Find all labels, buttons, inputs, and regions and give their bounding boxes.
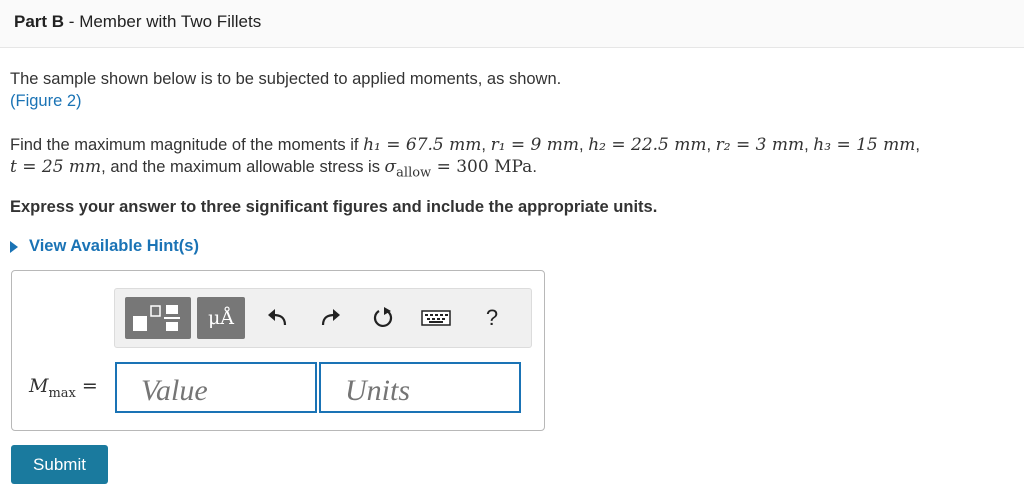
help-button[interactable]: ?: [479, 297, 505, 339]
caret-right-icon: [10, 240, 18, 253]
sigma-value: = 300 MPa: [431, 157, 533, 177]
problem-lead: Find the maximum magnitude of the moment…: [10, 136, 364, 154]
undo-button[interactable]: [263, 297, 293, 339]
problem-end: .: [532, 158, 537, 176]
part-header: Part B - Member with Two Fillets: [0, 0, 1024, 48]
keyboard-button[interactable]: [419, 297, 453, 339]
templates-icon: [133, 305, 180, 331]
redo-icon: [321, 309, 340, 326]
r2-value: r₂ = 3 mm: [715, 135, 805, 155]
hint-label: View Available Hint(s): [29, 237, 199, 256]
problem-statement: Find the maximum magnitude of the moment…: [10, 135, 920, 181]
keyboard-icon: [421, 310, 451, 326]
part-title: Member with Two Fillets: [79, 12, 262, 31]
intro-paragraph: The sample shown below is to be subjecte…: [10, 68, 1014, 112]
sigma-symbol: σ: [384, 157, 397, 177]
view-hints-toggle[interactable]: View Available Hint(s): [10, 237, 1014, 256]
math-toolbar: μÅ ?: [114, 288, 532, 348]
header-separator: -: [64, 12, 80, 31]
answer-label-eq: =: [75, 375, 98, 397]
h1-value: h₁ = 67.5 mm: [363, 135, 482, 155]
h3-value: h₃ = 15 mm: [813, 135, 916, 155]
part-label: Part B: [14, 12, 65, 31]
units-button[interactable]: μÅ: [197, 297, 245, 339]
figure-link[interactable]: (Figure 2): [10, 92, 82, 110]
units-label: μÅ: [207, 307, 235, 329]
reset-button[interactable]: [367, 297, 399, 339]
reset-icon: [373, 307, 393, 328]
h2-value: h₂ = 22.5 mm: [588, 135, 707, 155]
undo-icon: [268, 309, 287, 326]
answer-label-sub: max: [48, 385, 76, 401]
value-input[interactable]: [115, 362, 317, 413]
intro-text: The sample shown below is to be subjecte…: [10, 70, 562, 88]
answer-box: μÅ ? Mmax = Value Units: [11, 270, 545, 431]
templates-button[interactable]: [125, 297, 191, 339]
answer-label-main: M: [29, 375, 49, 397]
redo-button[interactable]: [315, 297, 345, 339]
units-input[interactable]: [319, 362, 521, 413]
help-label: ?: [485, 305, 499, 330]
r1-value: r₁ = 9 mm: [490, 135, 580, 155]
submit-button[interactable]: Submit: [11, 445, 108, 484]
problem-content: The sample shown below is to be subjecte…: [0, 68, 1024, 256]
sigma-subscript: allow: [396, 165, 432, 181]
t-value: t = 25 mm: [10, 157, 102, 177]
answer-label: Mmax =: [29, 375, 98, 401]
problem-mid: , and the maximum allowable stress is: [101, 158, 385, 176]
instruction-text: Express your answer to three significant…: [10, 198, 658, 217]
